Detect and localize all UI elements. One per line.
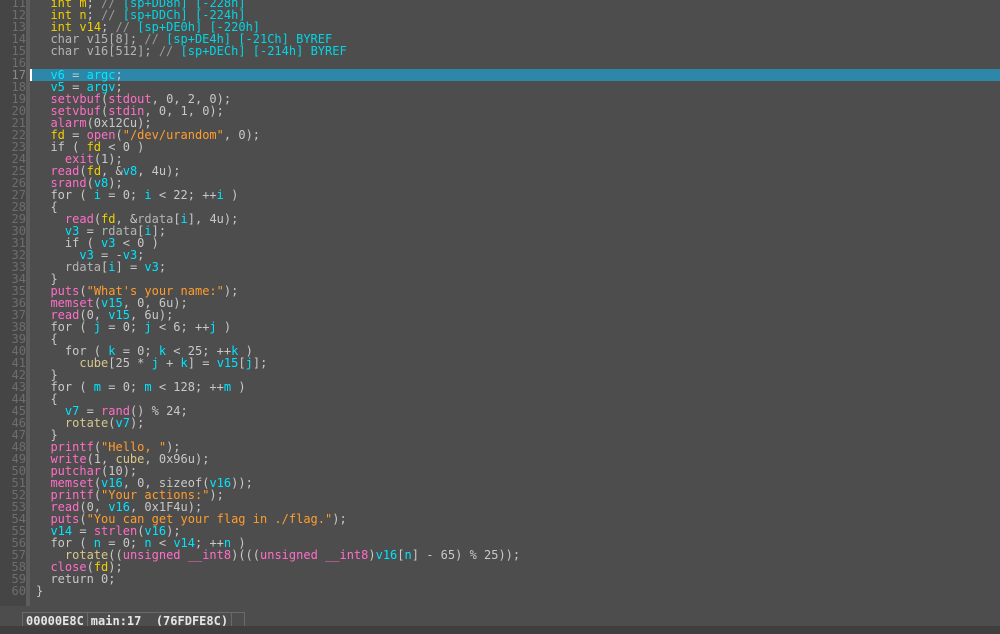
token: rotate — [64, 416, 109, 430]
code-line-current[interactable]: 17 v6 = argc; — [0, 69, 1000, 81]
code-text: } — [30, 585, 43, 597]
window-bottom-strip — [0, 626, 1000, 634]
token: ) — [368, 548, 376, 562]
token: [ — [238, 356, 246, 370]
token: [ — [397, 548, 405, 562]
token: k — [180, 356, 188, 370]
token: ) — [216, 320, 232, 334]
token: ); — [332, 512, 347, 526]
token: } — [36, 584, 44, 598]
code-line[interactable]: 46 rotate(v7); — [0, 417, 1000, 429]
token: j — [245, 356, 253, 370]
token: j — [144, 320, 152, 334]
token: unsigned __int8 — [122, 548, 232, 562]
code-line[interactable]: 60 } — [0, 585, 1000, 597]
token: < 128; ++ — [151, 380, 224, 394]
code-line[interactable]: 15 char v16[512]; // [sp+DECh] [-214h] B… — [0, 45, 1000, 57]
code-line[interactable]: 38 for ( j = 0; j < 6; ++j ) — [0, 321, 1000, 333]
token: rdata — [64, 260, 102, 274]
code-line[interactable]: 45 v7 = rand() % 24; — [0, 405, 1000, 417]
token: ); — [129, 416, 145, 430]
token: i — [108, 260, 116, 274]
token: j — [209, 320, 217, 334]
token: ); — [209, 488, 224, 502]
ida-pseudocode-window: 11 int m; // [sp+DD8h] [-228h] 12 int n; … — [0, 0, 1000, 634]
code-text: cube[25 * j + k] = v15[j]; — [30, 357, 267, 369]
token: ); — [223, 284, 239, 298]
token: = 0; — [101, 320, 145, 334]
code-text: for ( j = 0; j < 6; ++j ) — [30, 321, 231, 333]
code-text: for ( i = 0; i < 22; ++i ) — [30, 189, 238, 201]
code-text: char v16[512]; // [sp+DECh] [-214h] BYRE… — [30, 44, 347, 58]
token: v8 — [122, 164, 138, 178]
code-line[interactable]: 16 — [0, 57, 1000, 69]
token: unsigned __int8 — [260, 548, 369, 562]
code-line[interactable]: 22 fd = open("/dev/urandom", 0); — [0, 129, 1000, 141]
token: [25 * — [108, 356, 152, 370]
pseudocode-editor[interactable]: 11 int m; // [sp+DD8h] [-228h] 12 int n; … — [0, 0, 1000, 606]
token: [sp+DECh] [-214h] — [180, 44, 311, 58]
token: = 0; — [101, 380, 145, 394]
token: [ — [173, 212, 181, 226]
token: ( — [108, 416, 116, 430]
token: // — [158, 44, 181, 58]
token: j — [93, 320, 102, 334]
token: )); — [231, 476, 253, 490]
code-line[interactable]: 41 cube[25 * j + k] = v15[j]; — [0, 357, 1000, 369]
token: ] - 65) % 25)); — [411, 548, 521, 562]
token: i — [216, 188, 224, 202]
code-line[interactable]: 25 read(fd, &v8, 4u); — [0, 165, 1000, 177]
token: ], 4u); — [187, 212, 239, 226]
token: ; — [158, 260, 167, 274]
token: ) — [223, 188, 239, 202]
token: cube — [79, 356, 109, 370]
code-line[interactable]: 33 rdata[i] = v3; — [0, 261, 1000, 273]
token: )((( — [231, 548, 260, 562]
token: ]; — [252, 356, 268, 370]
code-line[interactable]: 59 return 0; — [0, 573, 1000, 585]
token: < 6; ++ — [151, 320, 210, 334]
code-line[interactable]: 27 for ( i = 0; i < 22; ++i ) — [0, 189, 1000, 201]
code-line[interactable]: 58 close(fd); — [0, 561, 1000, 573]
token: m — [144, 380, 152, 394]
token: i — [144, 188, 152, 202]
token: v7 — [115, 416, 130, 430]
code-line[interactable]: 43 for ( m = 0; m < 128; ++m ) — [0, 381, 1000, 393]
token: ] = — [187, 356, 217, 370]
code-line[interactable]: 49 write(1, cube, 0x96u); — [0, 453, 1000, 465]
token: , 4u); — [137, 164, 181, 178]
code-line-list: 11 int m; // [sp+DD8h] [-228h] 12 int n; … — [0, 0, 1000, 597]
token: v16 — [375, 548, 398, 562]
token: , 0); — [223, 128, 261, 142]
code-line[interactable]: 23 if ( fd < 0 ) — [0, 141, 1000, 153]
token: return 0; — [36, 572, 116, 586]
token: i — [93, 188, 102, 202]
token: v15 — [216, 356, 239, 370]
token: ] = — [115, 260, 145, 274]
line-number: 60 — [0, 585, 26, 597]
code-line[interactable]: 31 if ( v3 < 0 ) — [0, 237, 1000, 249]
code-line[interactable]: 57 rotate((unsigned __int8)(((unsigned _… — [0, 549, 1000, 561]
token: < 22; ++ — [151, 188, 217, 202]
token: i — [180, 212, 188, 226]
token: j — [151, 356, 159, 370]
token: m — [93, 380, 102, 394]
token: + — [158, 356, 181, 370]
token: ) — [231, 380, 246, 394]
token: v3 — [144, 260, 159, 274]
code-text: for ( m = 0; m < 128; ++m ) — [30, 380, 246, 394]
token: n — [404, 548, 412, 562]
token: = 0; — [101, 188, 145, 202]
token: char v16[512]; — [50, 44, 159, 58]
token: , 0, 1, 0); — [144, 104, 224, 118]
token: BYREF — [310, 44, 347, 58]
token: , 0x96u); — [144, 452, 210, 466]
